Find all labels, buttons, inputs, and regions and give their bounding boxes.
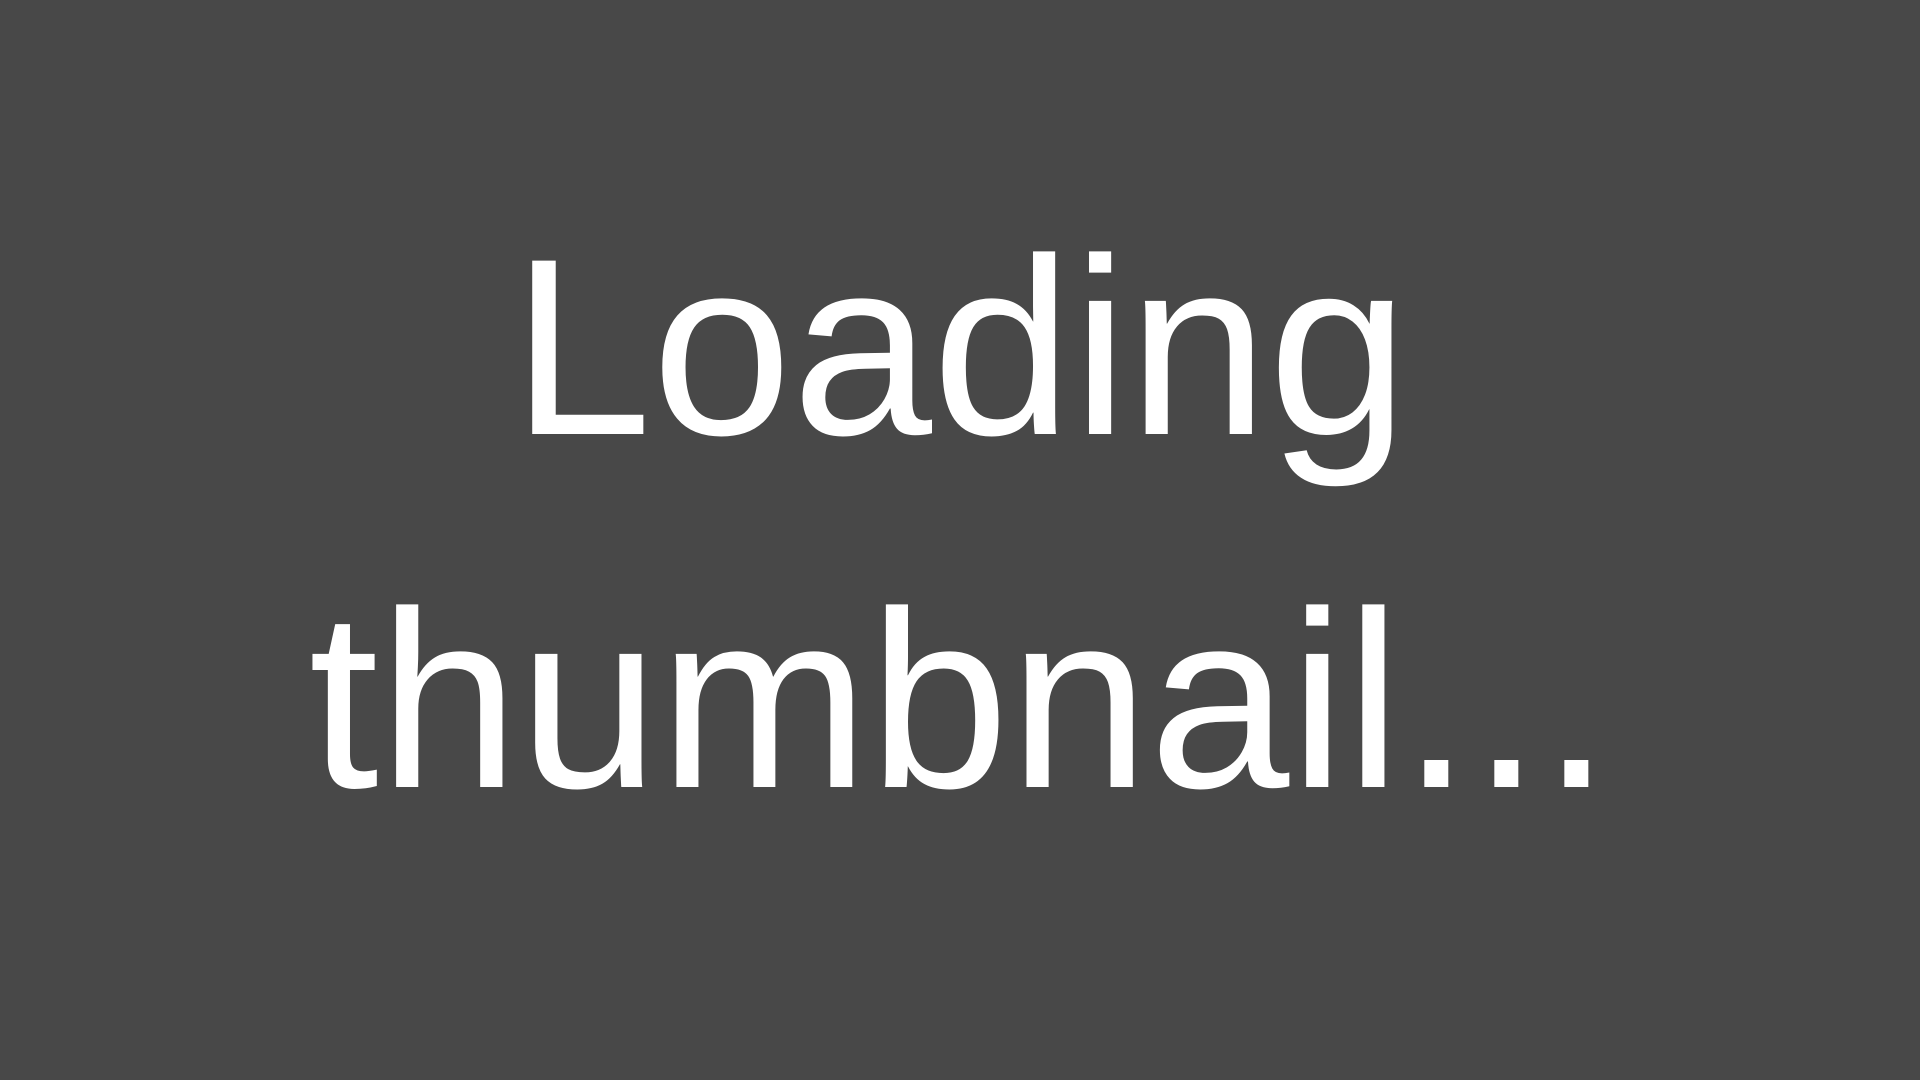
loading-message-line-1: Loading	[511, 207, 1409, 488]
loading-message-line-2: thumbnail...	[308, 560, 1612, 841]
loading-message: Loading thumbnail...	[0, 0, 1920, 1080]
thumbnail-loading-placeholder: Loading thumbnail...	[0, 0, 1920, 1080]
